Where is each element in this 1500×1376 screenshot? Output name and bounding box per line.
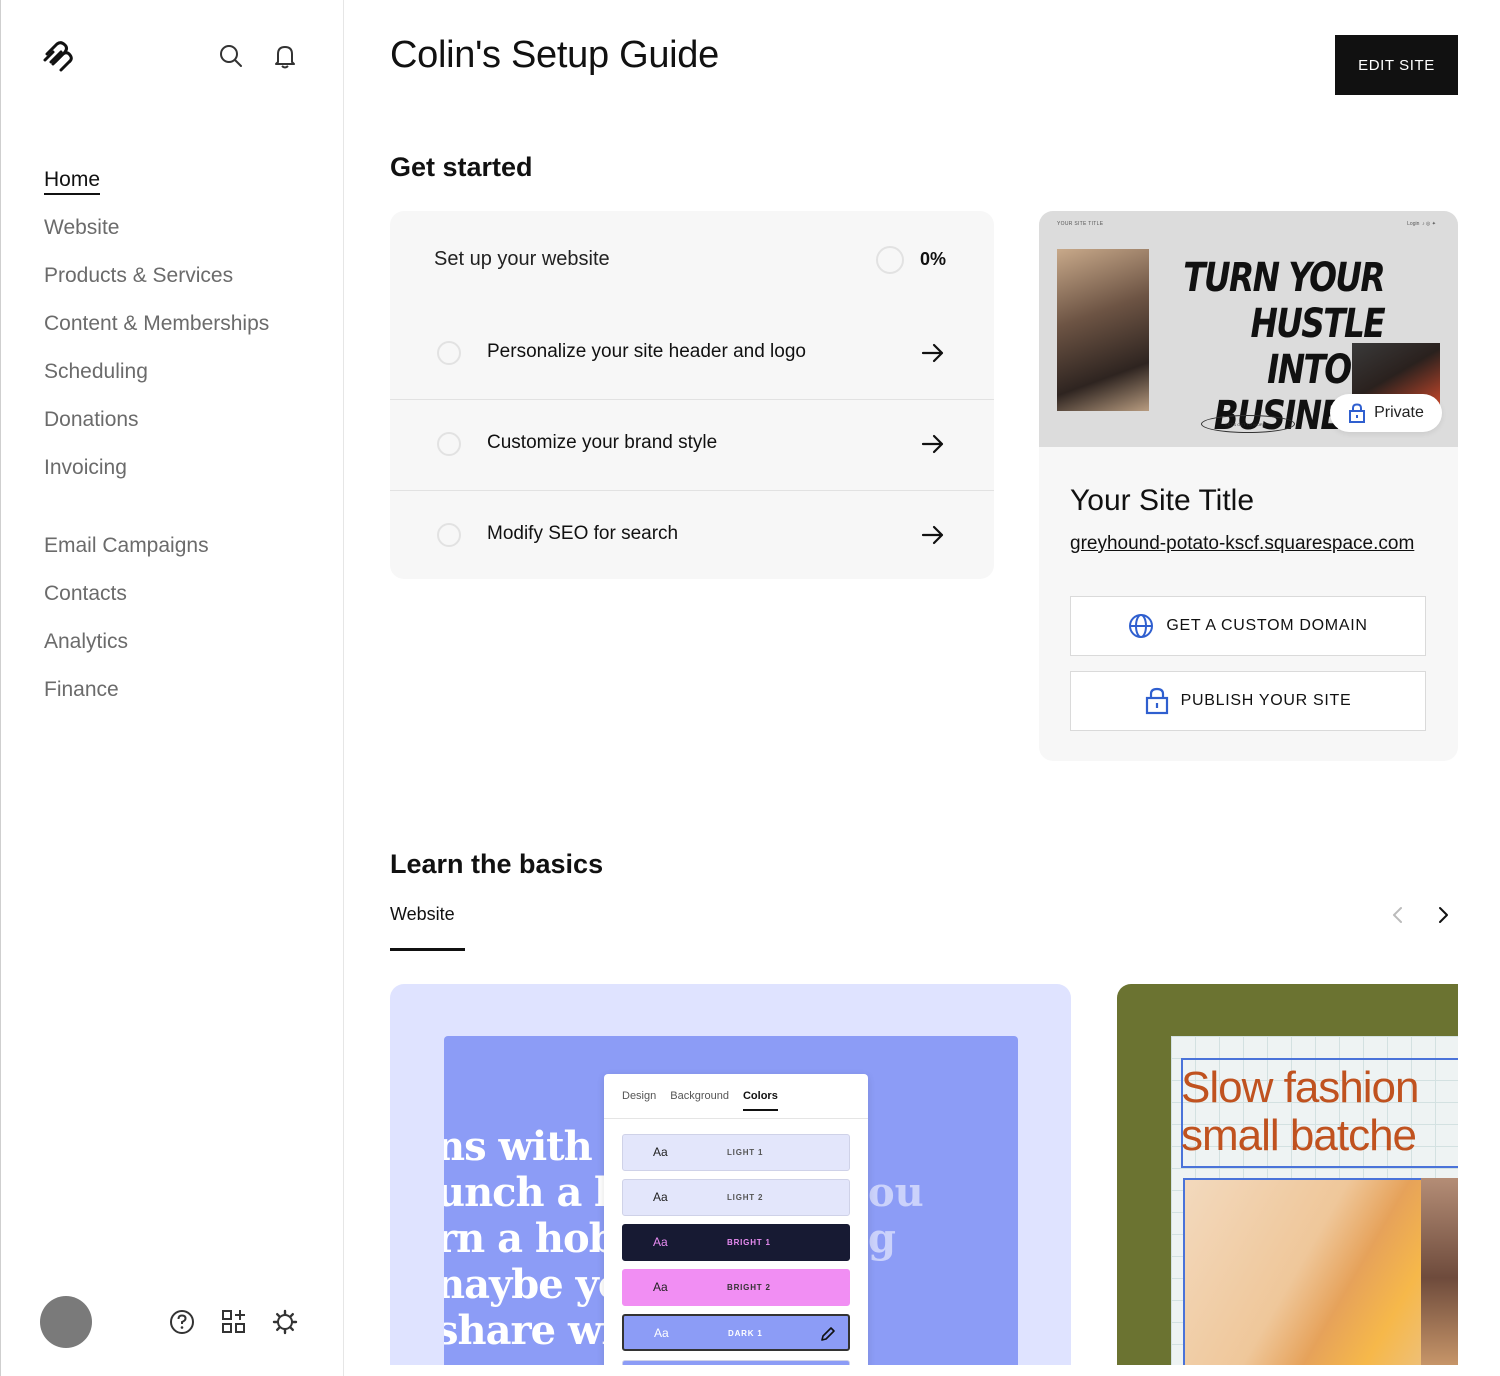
panel-tabs: Design Background Colors <box>622 1090 778 1111</box>
color-swatch: Aa BRIGHT 2 <box>622 1269 850 1306</box>
chevron-left-icon[interactable] <box>1385 902 1411 928</box>
bell-icon[interactable] <box>271 42 299 70</box>
nav-item-content-memberships[interactable]: Content & Memberships <box>44 308 269 356</box>
task-checkbox[interactable] <box>437 341 461 365</box>
private-badge: Private <box>1330 394 1442 432</box>
sidebar: Home Website Products & Services Content… <box>0 0 344 1376</box>
learn-card-fashion[interactable]: Slow fashion small batche <box>1117 984 1458 1365</box>
color-swatch: Aa LIGHT 2 <box>622 1179 850 1216</box>
search-icon[interactable] <box>217 42 245 70</box>
nav-item-scheduling[interactable]: Scheduling <box>44 356 269 404</box>
progress-percent: 0% <box>920 249 947 269</box>
squarespace-logo-icon[interactable] <box>41 40 77 76</box>
task-checkbox[interactable] <box>437 432 461 456</box>
site-card: YOUR SITE TITLE Login ♪ ◎ ✦ TURN YOUR HU… <box>1039 211 1458 761</box>
page-title: Colin's Setup Guide <box>390 34 719 76</box>
learn-card-colors[interactable]: ns with an unch a bu rn a hobb naybe you… <box>390 984 1071 1365</box>
task-brand-style[interactable]: Customize your brand style <box>390 399 994 489</box>
lock-icon <box>1145 687 1168 715</box>
task-label: Modify SEO for search <box>487 523 679 544</box>
nav-item-contacts[interactable]: Contacts <box>44 578 269 626</box>
sidebar-nav: Home Website Products & Services Content… <box>44 164 269 722</box>
help-icon[interactable] <box>168 1308 196 1336</box>
setup-heading: Set up your website <box>434 248 610 270</box>
illustration-photo <box>1183 1178 1458 1365</box>
preview-nav-title: YOUR SITE TITLE <box>1057 221 1104 227</box>
divider <box>604 1118 868 1119</box>
arrow-right-icon <box>921 343 944 363</box>
site-url-link[interactable]: greyhound-potato-kscf.squarespace.com <box>1070 533 1414 555</box>
tab-website[interactable]: Website <box>390 904 455 925</box>
color-swatch: Aa BRIGHT 1 <box>622 1224 850 1261</box>
task-personalize-header[interactable]: Personalize your site header and logo <box>390 309 994 399</box>
task-checkbox[interactable] <box>437 523 461 547</box>
style-panel: Design Background Colors Aa LIGHT 1 Aa L… <box>604 1074 868 1365</box>
card-illustration: Slow fashion small batche <box>1171 1036 1458 1365</box>
illustration-text: ou g <box>868 1169 924 1262</box>
site-title: Your Site Title <box>1070 484 1254 517</box>
nav-item-email-campaigns[interactable]: Email Campaigns <box>44 530 269 578</box>
globe-icon <box>1129 614 1154 638</box>
panel-tab-background: Background <box>670 1090 729 1102</box>
color-swatch: Aa LIGHT 1 <box>622 1134 850 1171</box>
task-label: Customize your brand style <box>487 432 718 453</box>
color-swatch: Aa DARK 1 <box>622 1314 850 1351</box>
panel-tab-colors: Colors <box>742 1090 778 1111</box>
nav-item-products-services[interactable]: Products & Services <box>44 260 269 308</box>
task-seo[interactable]: Modify SEO for search <box>390 490 994 579</box>
color-swatch <box>622 1360 850 1365</box>
preview-cta: LET'S GET TO WORK → <box>1201 415 1295 433</box>
arrow-right-icon <box>921 434 944 454</box>
setup-checklist-card: Set up your website 0% Personalize your … <box>390 211 994 579</box>
chevron-right-icon[interactable] <box>1430 902 1456 928</box>
pencil-icon <box>821 1327 835 1341</box>
panel-tab-design: Design <box>622 1090 657 1102</box>
illustration-headline: Slow fashion small batche <box>1181 1063 1419 1160</box>
preview-nav-login: Login ♪ ◎ ✦ <box>1407 221 1436 227</box>
task-label: Personalize your site header and logo <box>487 341 806 362</box>
settings-gear-icon[interactable] <box>271 1308 299 1336</box>
lock-icon <box>1349 403 1366 423</box>
arrow-right-icon <box>921 525 944 545</box>
get-started-heading: Get started <box>390 152 533 182</box>
progress-ring <box>876 246 904 274</box>
nav-item-home[interactable]: Home <box>44 164 269 212</box>
nav-item-finance[interactable]: Finance <box>44 674 269 722</box>
nav-item-donations[interactable]: Donations <box>44 404 269 452</box>
get-custom-domain-button[interactable]: GET A CUSTOM DOMAIN <box>1070 596 1426 656</box>
learn-basics-heading: Learn the basics <box>390 849 604 879</box>
publish-site-button[interactable]: PUBLISH YOUR SITE <box>1070 671 1426 731</box>
nav-item-website[interactable]: Website <box>44 212 269 260</box>
tab-underline <box>390 948 465 951</box>
nav-item-invoicing[interactable]: Invoicing <box>44 452 269 500</box>
edit-site-button[interactable]: EDIT SITE <box>1335 35 1458 95</box>
apps-icon[interactable] <box>220 1308 248 1336</box>
site-preview[interactable]: YOUR SITE TITLE Login ♪ ◎ ✦ TURN YOUR HU… <box>1039 211 1458 447</box>
preview-photo <box>1057 249 1149 411</box>
illustration-photo <box>1421 1178 1458 1365</box>
avatar[interactable] <box>40 1296 92 1348</box>
nav-item-analytics[interactable]: Analytics <box>44 626 269 674</box>
